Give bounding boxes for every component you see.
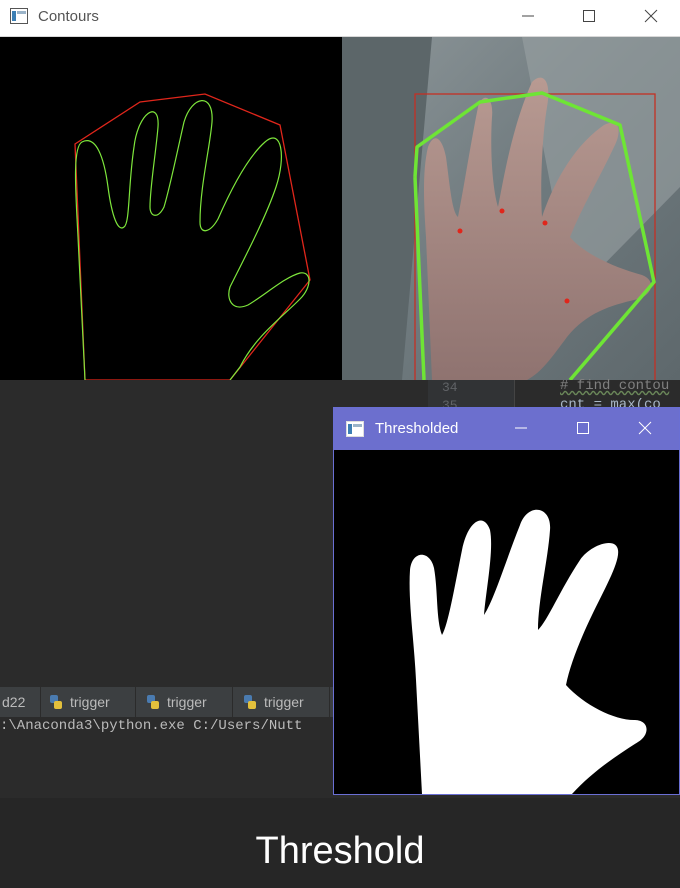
close-button[interactable] bbox=[628, 0, 674, 32]
camera-feed-view bbox=[342, 37, 680, 380]
run-tab-label: trigger bbox=[70, 694, 110, 710]
minimize-icon bbox=[522, 15, 534, 17]
defect-point bbox=[499, 208, 505, 214]
python-file-icon bbox=[244, 695, 256, 709]
run-tab[interactable]: trigger bbox=[48, 687, 110, 717]
run-tab[interactable]: d22 bbox=[2, 687, 25, 717]
camera-feed bbox=[342, 37, 680, 380]
threshold-mask bbox=[334, 450, 679, 794]
minimize-icon bbox=[515, 427, 527, 429]
minimize-button[interactable] bbox=[498, 408, 544, 448]
defect-point bbox=[457, 228, 463, 234]
run-tab[interactable]: trigger bbox=[145, 687, 207, 717]
close-icon bbox=[638, 421, 652, 435]
run-tab-label: d22 bbox=[2, 694, 26, 710]
code-line[interactable]: # find contou bbox=[560, 378, 669, 394]
python-file-icon bbox=[50, 695, 62, 709]
video-caption: Threshold bbox=[255, 830, 425, 872]
window-app-icon bbox=[346, 421, 364, 437]
defect-point bbox=[542, 220, 548, 226]
maximize-icon bbox=[577, 422, 589, 434]
threshold-image-view bbox=[334, 450, 679, 794]
maximize-button[interactable] bbox=[566, 0, 612, 32]
hand-contour bbox=[74, 100, 310, 380]
thresholded-titlebar[interactable]: Thresholded bbox=[334, 408, 679, 450]
thresholded-window: Thresholded bbox=[333, 407, 680, 795]
contour-drawing bbox=[74, 93, 311, 380]
convex-hull-outline bbox=[74, 93, 311, 380]
maximize-icon bbox=[583, 10, 595, 22]
minimize-button[interactable] bbox=[505, 0, 551, 32]
defect-point bbox=[564, 298, 570, 304]
run-tab-label: trigger bbox=[167, 694, 207, 710]
console-output-line[interactable]: :\Anaconda3\python.exe C:/Users/Nutt bbox=[0, 718, 302, 734]
maximize-button[interactable] bbox=[560, 408, 606, 448]
close-icon bbox=[644, 9, 658, 23]
run-tab-label: trigger bbox=[264, 694, 304, 710]
contours-titlebar[interactable]: Contours bbox=[0, 0, 680, 37]
line-number: 34 bbox=[442, 380, 458, 395]
window-app-icon bbox=[10, 8, 28, 24]
thresholded-window-title: Thresholded bbox=[375, 420, 459, 437]
run-tab[interactable]: trigger bbox=[242, 687, 304, 717]
close-button[interactable] bbox=[622, 408, 668, 448]
contour-drawing-view bbox=[0, 37, 342, 380]
contours-window-title: Contours bbox=[38, 8, 99, 25]
python-file-icon bbox=[147, 695, 159, 709]
